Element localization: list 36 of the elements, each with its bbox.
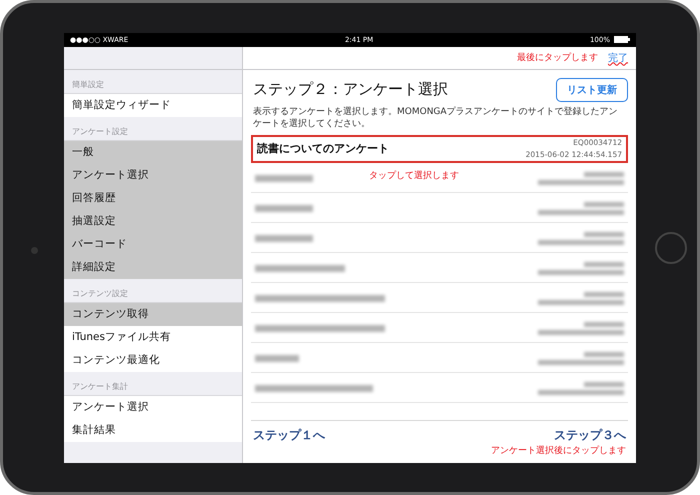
- sidebar-item[interactable]: 抽選設定: [64, 210, 242, 232]
- blurred-text: [255, 204, 313, 212]
- sidebar-item[interactable]: 回答履歴: [64, 186, 242, 210]
- survey-title: 読書についてのアンケート: [257, 141, 389, 156]
- blurred-text: [584, 262, 624, 267]
- blurred-text: [255, 174, 313, 182]
- sidebar-item[interactable]: コンテンツ最適化: [64, 348, 242, 372]
- blurred-text: [584, 382, 624, 387]
- sidebar-item[interactable]: iTunesファイル共有: [64, 326, 242, 348]
- sidebar-item[interactable]: アンケート選択: [64, 396, 242, 418]
- sidebar-item[interactable]: 集計結果: [64, 418, 242, 442]
- blurred-text: [584, 202, 624, 207]
- annotation-text: タップして選択します: [369, 169, 459, 182]
- annotation-text: アンケート選択後にタップします: [491, 444, 626, 456]
- page-title: ステップ２：アンケート選択: [253, 80, 448, 99]
- done-link[interactable]: 完了: [608, 50, 628, 64]
- battery-icon: [614, 36, 630, 43]
- sidebar-item[interactable]: バーコード: [64, 232, 242, 256]
- sidebar-item[interactable]: 詳細設定: [64, 256, 242, 278]
- sidebar-item[interactable]: 簡単設定ウィザード: [64, 94, 242, 116]
- blurred-text: [584, 292, 624, 297]
- blurred-text: [584, 352, 624, 357]
- annotation-text: 最後にタップします: [517, 51, 598, 64]
- sidebar-item[interactable]: 一般: [64, 140, 242, 164]
- sidebar-item[interactable]: アンケート選択: [64, 164, 242, 186]
- refresh-button[interactable]: リスト更新: [556, 78, 628, 102]
- next-link[interactable]: ステップ３へ: [554, 426, 626, 444]
- description-text: 表示するアンケートを選択します。MOMONGAプラスアンケートのサイトで登録したアンケートを選択してください。: [252, 106, 619, 131]
- home-button[interactable]: [655, 232, 687, 264]
- back-link[interactable]: ステップ１へ: [253, 426, 325, 444]
- blurred-text: [584, 322, 624, 327]
- blurred-text: [255, 234, 313, 242]
- blurred-text: [584, 232, 624, 237]
- blurred-text: [255, 354, 299, 362]
- blurred-text: [584, 172, 624, 177]
- sidebar-item[interactable]: コンテンツ取得: [64, 302, 242, 326]
